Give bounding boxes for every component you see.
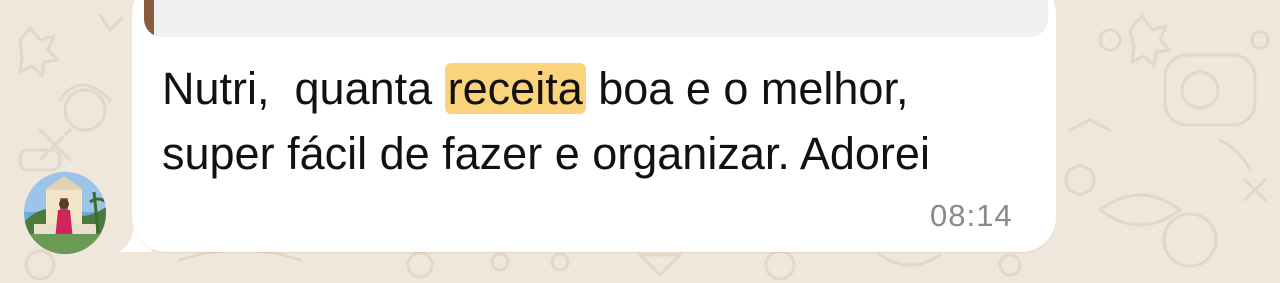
message-timestamp: 08:14 — [930, 198, 1013, 233]
quoted-reply-accent-bar — [144, 0, 154, 37]
message-text-before: Nutri, quanta — [162, 63, 445, 114]
message-text: Nutri, quanta receita boa e o melhor, su… — [162, 56, 1042, 186]
quoted-reply[interactable] — [144, 0, 1048, 37]
search-highlight: receita — [444, 63, 586, 114]
contact-avatar[interactable] — [24, 172, 106, 254]
avatar-photo-icon — [24, 172, 106, 254]
